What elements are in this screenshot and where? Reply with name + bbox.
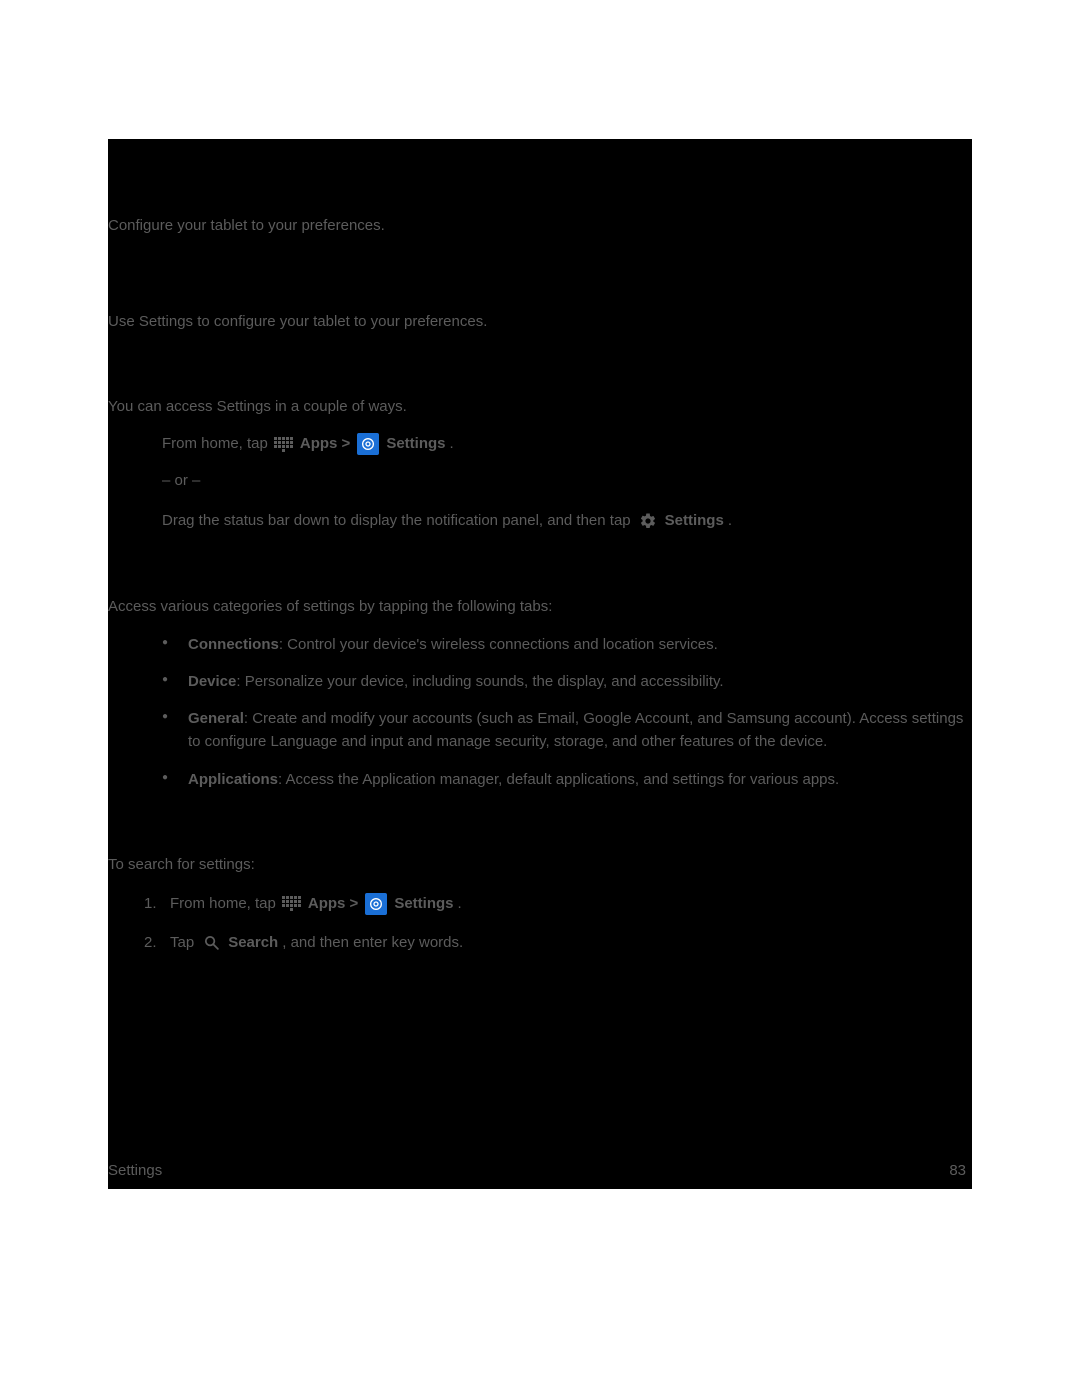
heading-search: Search for Settings <box>108 819 972 839</box>
category-desc: : Personalize your device, including sou… <box>236 673 723 690</box>
intro-text: Configure your tablet to your preference… <box>108 215 972 237</box>
category-name: Connections <box>188 636 279 653</box>
list-item: 1. From home, tap Apps > Settings . <box>144 890 972 917</box>
settings-label: Settings <box>386 432 445 456</box>
category-name: Applications <box>188 771 278 788</box>
search-steps: 1. From home, tap Apps > Settings . 2. T… <box>108 890 972 956</box>
step-text: , and then enter key words. <box>282 929 463 956</box>
access-step-2: Drag the status bar down to display the … <box>108 509 972 533</box>
list-item: General: Create and modify your accounts… <box>162 707 972 754</box>
period: . <box>728 509 732 533</box>
heading-categories: Settings Categories <box>108 561 972 581</box>
apps-grid-icon <box>282 895 302 913</box>
search-label: Search <box>228 929 278 956</box>
step-text: Tap <box>170 929 194 956</box>
categories-list: Connections: Control your device's wirel… <box>108 633 972 791</box>
settings-label: Settings <box>394 890 453 917</box>
settings-label: Settings <box>665 509 724 533</box>
step-number: 2. <box>144 929 157 956</box>
period: . <box>450 432 454 456</box>
category-desc: : Create and modify your accounts (such … <box>188 710 963 750</box>
or-separator: – or – <box>108 472 972 489</box>
heading-overview: Settings Overview <box>108 271 972 294</box>
category-name: General <box>188 710 244 727</box>
search-text: To search for settings: <box>108 853 972 876</box>
step-text: Drag the status bar down to display the … <box>162 509 631 533</box>
document-page: Settings Configure your tablet to your p… <box>108 139 972 1189</box>
list-item: Connections: Control your device's wirel… <box>162 633 972 656</box>
settings-gear-blue-icon <box>357 433 379 455</box>
list-item: Device: Personalize your device, includi… <box>162 670 972 693</box>
list-item: Applications: Access the Application man… <box>162 768 972 791</box>
page-footer: Settings 83 <box>108 1162 972 1179</box>
heading-access: Access Settings <box>108 361 972 381</box>
access-step-1: From home, tap Apps > Settings . <box>108 432 972 456</box>
apps-label: Apps > <box>300 432 350 456</box>
category-desc: : Access the Application manager, defaul… <box>278 771 839 788</box>
access-text: You can access Settings in a couple of w… <box>108 395 972 418</box>
categories-text: Access various categories of settings by… <box>108 595 972 618</box>
category-name: Device <box>188 673 236 690</box>
apps-grid-icon <box>274 435 294 453</box>
category-desc: : Control your device's wireless connect… <box>279 636 718 653</box>
page-title: Settings <box>108 169 972 197</box>
footer-section: Settings <box>108 1162 162 1179</box>
step-number: 1. <box>144 890 157 917</box>
step-text: From home, tap <box>170 890 276 917</box>
period: . <box>458 890 462 917</box>
settings-gear-blue-icon <box>365 893 387 915</box>
footer-page-number: 83 <box>949 1162 966 1179</box>
search-icon <box>201 933 221 953</box>
overview-text: Use Settings to configure your tablet to… <box>108 310 972 333</box>
step-text: From home, tap <box>162 432 268 456</box>
list-item: 2. Tap Search , and then enter key words… <box>144 929 972 956</box>
gear-icon <box>638 511 658 531</box>
apps-label: Apps > <box>308 890 358 917</box>
